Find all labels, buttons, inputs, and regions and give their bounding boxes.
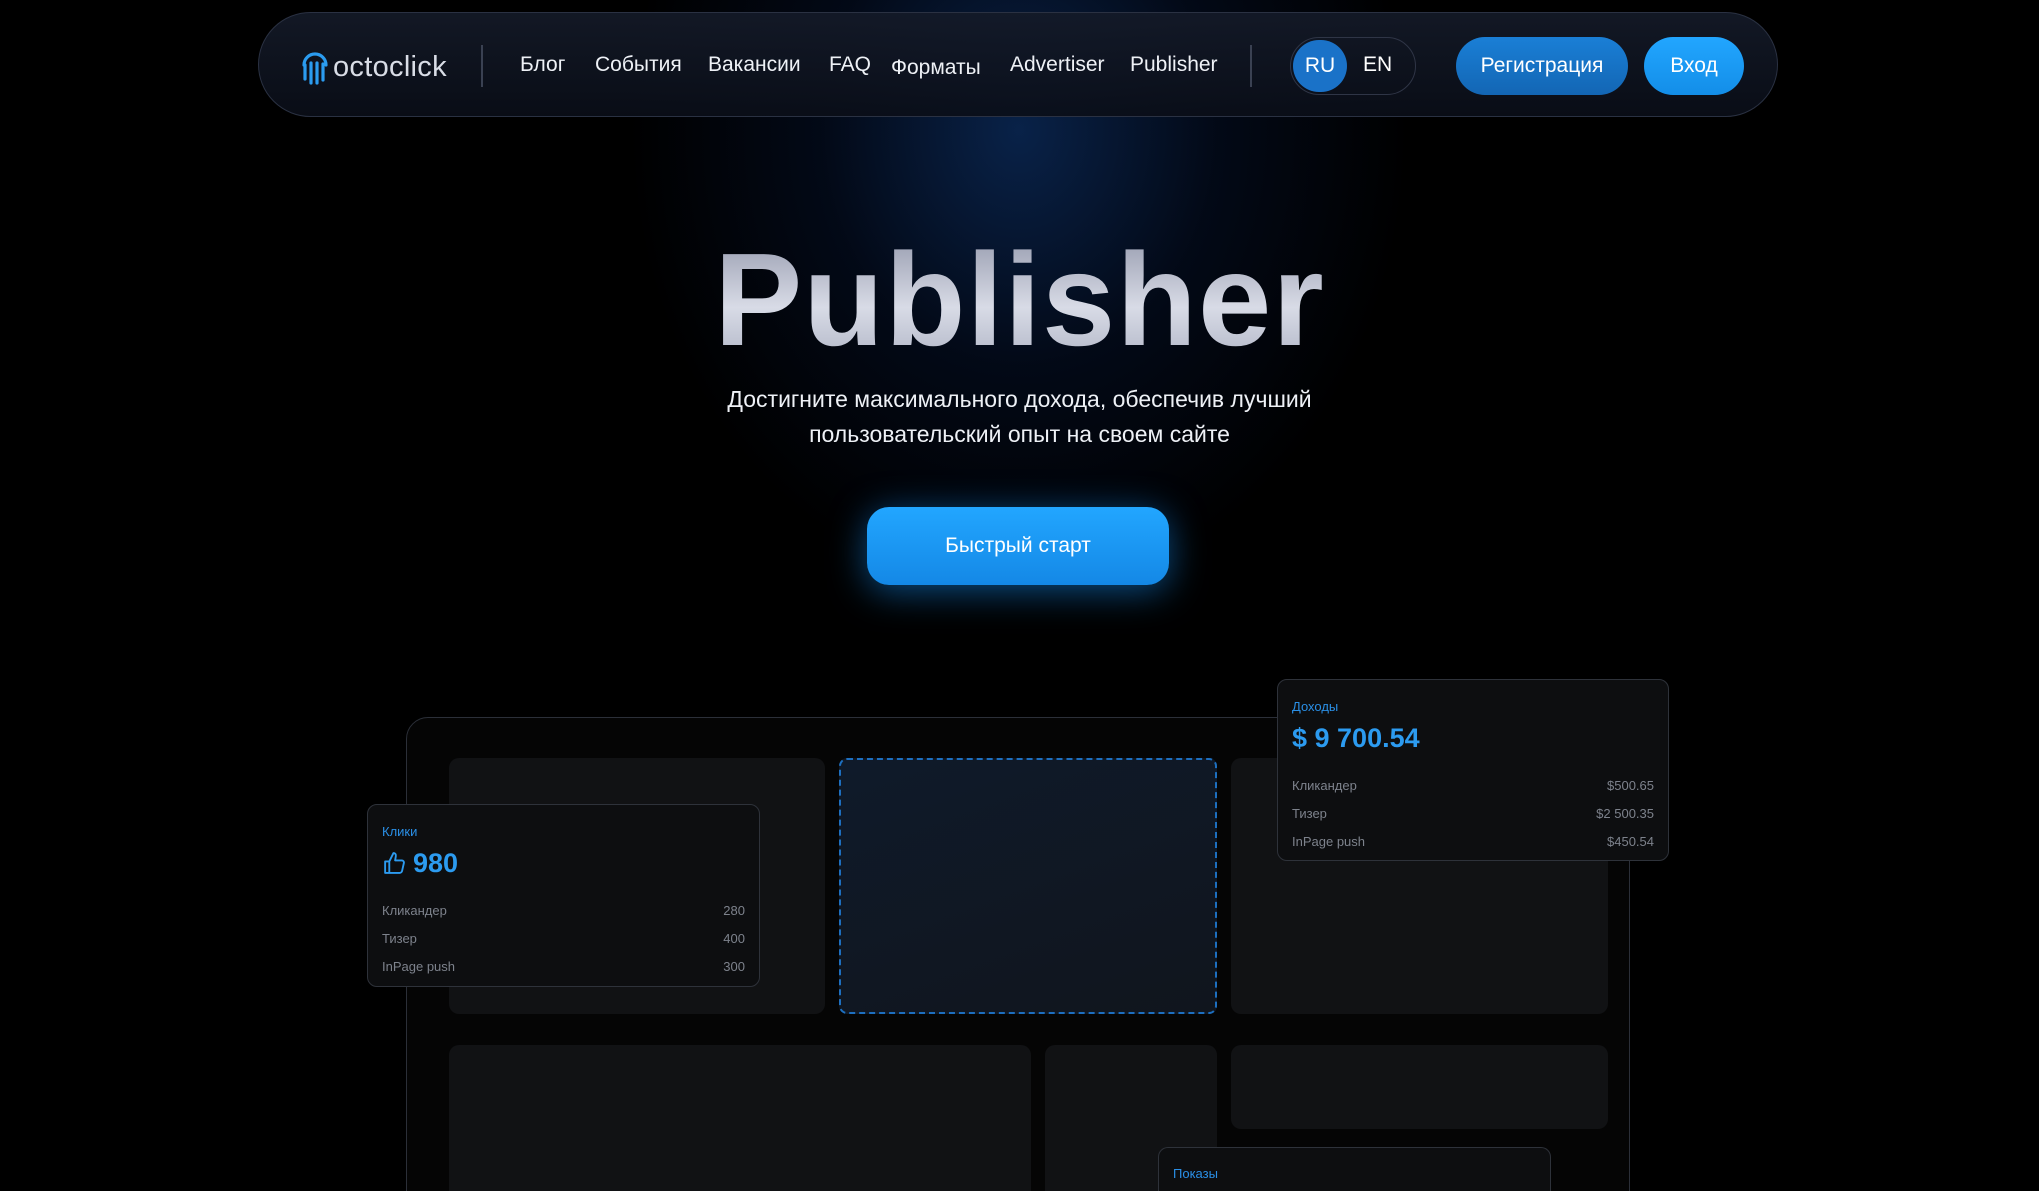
clicks-row-name: Тизер <box>382 931 417 946</box>
clicks-card: Клики 980 Кликандер 280 Тизер 400 InPage… <box>367 804 760 987</box>
clicks-row-value: 280 <box>723 903 745 918</box>
language-switcher: RU EN <box>1290 37 1416 95</box>
income-row: Кликандер $500.65 <box>1292 778 1654 794</box>
income-card-value: $ 9 700.54 <box>1292 723 1420 753</box>
income-row-value: $450.54 <box>1607 834 1654 849</box>
nav-divider <box>481 45 483 87</box>
octopus-logo-icon <box>302 52 328 85</box>
income-row: InPage push $450.54 <box>1292 834 1654 850</box>
page: octoclick Блог События Вакансии FAQ Форм… <box>0 0 2039 1191</box>
clicks-row: Кликандер 280 <box>382 903 745 919</box>
nav-divider <box>1250 45 1252 87</box>
impressions-card-label: Показы <box>1173 1166 1218 1181</box>
nav-link-events[interactable]: События <box>595 53 682 77</box>
page-title: Publisher <box>0 225 2039 375</box>
lang-en-button[interactable]: EN <box>1363 53 1392 77</box>
hero-subtitle-line-1: Достигните максимального дохода, обеспеч… <box>727 386 1312 412</box>
clicks-card-value-wrap: 980 <box>382 848 458 879</box>
income-row-name: Кликандер <box>1292 778 1357 793</box>
quick-start-button[interactable]: Быстрый старт <box>867 507 1169 585</box>
nav-link-faq[interactable]: FAQ <box>829 53 871 77</box>
top-navbar: octoclick Блог События Вакансии FAQ Форм… <box>258 12 1778 117</box>
nav-link-blog[interactable]: Блог <box>520 53 565 77</box>
clicks-row-value: 300 <box>723 959 745 974</box>
register-button[interactable]: Регистрация <box>1456 37 1628 95</box>
clicks-row-value: 400 <box>723 931 745 946</box>
income-card-label: Доходы <box>1292 699 1339 714</box>
nav-link-advertiser[interactable]: Advertiser <box>1010 53 1105 77</box>
hero-subtitle-line-2: пользовательский опыт на своем сайте <box>809 421 1230 447</box>
nav-link-formats[interactable]: Форматы <box>891 56 981 80</box>
impressions-card: Показы <box>1158 1147 1551 1191</box>
clicks-card-label: Клики <box>382 824 418 839</box>
lang-ru-button[interactable]: RU <box>1293 40 1347 92</box>
income-row-name: InPage push <box>1292 834 1366 849</box>
clicks-row: Тизер 400 <box>382 931 745 947</box>
placeholder-block-highlighted <box>839 758 1217 1014</box>
clicks-card-value: 980 <box>413 848 459 878</box>
placeholder-block <box>449 1045 1031 1191</box>
hero-subtitle: Достигните максимального дохода, обеспеч… <box>0 382 2039 452</box>
income-row-value: $500.65 <box>1607 778 1654 793</box>
income-row: Тизер $2 500.35 <box>1292 806 1654 822</box>
income-row-value: $2 500.35 <box>1596 806 1654 821</box>
clicks-row-name: InPage push <box>382 959 456 974</box>
income-card: Доходы $ 9 700.54 Кликандер $500.65 Тизе… <box>1277 679 1669 861</box>
logo[interactable]: octoclick <box>301 49 447 85</box>
thumbs-up-icon <box>384 852 405 874</box>
clicks-row-name: Кликандер <box>382 903 447 918</box>
logo-text: octoclick <box>333 50 447 83</box>
nav-link-vacancies[interactable]: Вакансии <box>708 53 801 77</box>
placeholder-block <box>1231 1045 1608 1129</box>
nav-link-publisher[interactable]: Publisher <box>1130 53 1218 77</box>
income-row-name: Тизер <box>1292 806 1327 821</box>
login-button[interactable]: Вход <box>1644 37 1744 95</box>
clicks-row: InPage push 300 <box>382 959 745 975</box>
